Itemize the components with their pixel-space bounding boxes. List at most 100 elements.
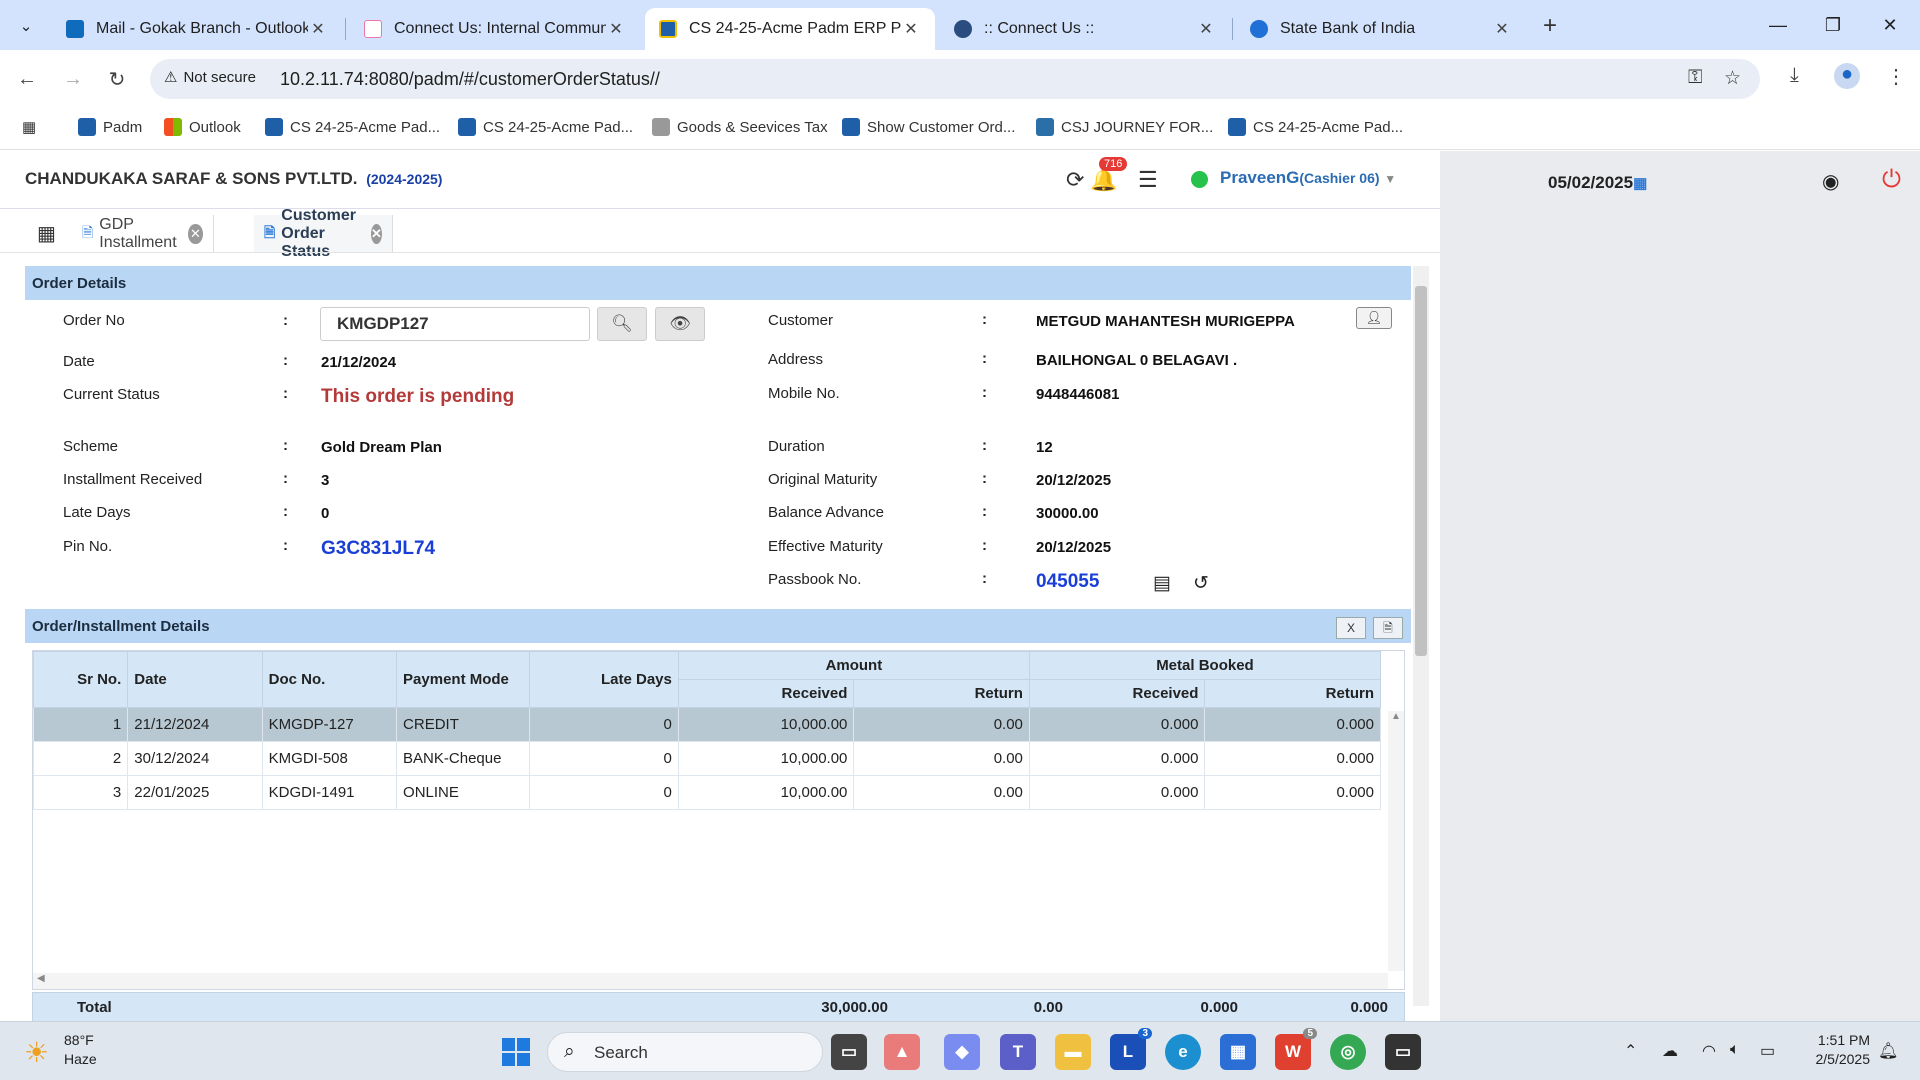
bookmark-star-icon[interactable]: ☆ [1724,67,1741,90]
tray-chevron-up-icon[interactable]: ⌃ [1624,1041,1637,1061]
bookmark-outlook[interactable]: Outlook [164,118,241,136]
restore-icon[interactable]: ❐ [1813,10,1853,40]
teams-icon[interactable]: T [1000,1034,1036,1070]
col-header-amount-received[interactable]: Received [677,679,855,708]
table-row[interactable]: 3 22/01/2025 KDGDI-1491 ONLINE 0 10,000.… [33,775,1381,810]
bookmark-erp-2[interactable]: CS 24-25-Acme Pad... [458,118,633,136]
tab-search-chevron-icon[interactable]: ⌄ [10,10,42,42]
back-icon[interactable]: ← [10,62,44,96]
browser-tab-erp[interactable]: CS 24-25-Acme Padm ERP Platf ✕ [645,8,935,50]
table-row[interactable]: 1 21/12/2024 KMGDP-127 CREDIT 0 10,000.0… [33,707,1381,742]
export-pdf-button[interactable]: 🗎 [1373,617,1403,639]
page-tab-gdp-installment[interactable]: 🗎 GDP Installment ✕ [72,215,214,253]
col-header-sr-no[interactable]: Sr No. [33,651,129,708]
wifi-icon[interactable]: ◠ [1702,1041,1716,1061]
volume-icon[interactable]: 🔈︎ [1730,1041,1740,1059]
doc-no-link[interactable]: KMGDP-127 [261,707,398,742]
edge-icon[interactable]: e [1165,1034,1201,1070]
bookmark-erp-1[interactable]: CS 24-25-Acme Pad... [265,118,440,136]
bookmark-label: CS 24-25-Acme Pad... [290,118,441,136]
new-tab-icon[interactable]: + [1543,12,1557,40]
close-tab-icon[interactable]: ✕ [188,224,203,244]
page-tab-customer-order-status[interactable]: 🗎 Customer Order Status ✕ [254,207,393,260]
store-icon[interactable]: ▦ [1220,1034,1256,1070]
windows-start-icon[interactable] [502,1038,530,1066]
history-icon[interactable]: ↺ [1193,572,1209,595]
system-clock[interactable]: 1:51 PM 2/5/2025 [1800,1031,1871,1069]
bookmark-padm[interactable]: Padm [78,118,142,136]
app-l-icon[interactable]: L3 [1110,1028,1152,1070]
browser-tab-outlook[interactable]: Mail - Gokak Branch - Outlook ✕ [52,8,342,50]
user-menu[interactable]: PraveenG(Cashier 06) ▼ [1220,168,1396,188]
close-tab-icon[interactable]: ✕ [1196,19,1216,39]
close-tab-icon[interactable]: ✕ [901,19,921,39]
notification-bell-icon[interactable]: 🔔︎ [1878,1041,1898,1061]
bookmark-erp-3[interactable]: CS 24-25-Acme Pad... [1228,118,1403,136]
close-tab-icon[interactable]: ✕ [371,224,382,244]
reload-icon[interactable]: ↻ [100,62,134,96]
col-header-date[interactable]: Date [127,651,263,708]
col-header-metal-received[interactable]: Received [1028,679,1206,708]
url-text[interactable]: 10.2.11.74:8080/padm/#/customerOrderStat… [280,69,660,90]
copilot-icon[interactable]: ◆ [944,1034,980,1070]
customer-details-button[interactable]: 👤︎ [1356,307,1392,329]
bookmarks-bar: ▦ Padm Outlook CS 24-25-Acme Pad... CS 2… [0,108,1920,150]
wps-icon[interactable]: W5 [1275,1028,1317,1070]
close-window-icon[interactable]: ✕ [1870,10,1910,40]
app-pinned-icon[interactable]: ▲ [884,1034,920,1070]
bookmark-customer-orders[interactable]: Show Customer Ord... [842,118,1015,136]
logout-power-icon[interactable]: ⏻ [1882,166,1901,194]
profile-avatar-icon[interactable]: ● [1834,63,1860,89]
apps-grid-icon[interactable]: ▦ [37,221,56,246]
hide-eye-icon[interactable]: ◉ [1822,169,1839,194]
doc-no-link[interactable]: KMGDI-508 [261,741,398,776]
order-no-input[interactable]: KMGDP127 [320,307,590,341]
close-tab-icon[interactable]: ✕ [308,19,328,39]
view-button[interactable]: 👁︎ [655,307,705,341]
passbook-card-icon[interactable]: ▤ [1153,572,1171,595]
forward-icon[interactable]: → [56,62,90,96]
battery-icon[interactable]: ▭ [1760,1041,1775,1061]
terminal-icon[interactable]: ▭ [1385,1034,1421,1070]
weather-widget[interactable]: 88°F Haze [64,1031,97,1069]
col-header-amount-return[interactable]: Return [853,679,1030,708]
export-excel-button[interactable]: X [1336,617,1366,639]
bookmark-gst[interactable]: Goods & Seevices Tax [652,118,828,136]
date-picker[interactable]: 05/02/2025▦ [1548,173,1647,193]
browser-tab-connect-internal[interactable]: Connect Us: Internal Communic ✕ [350,8,640,50]
col-header-metal-return[interactable]: Return [1204,679,1381,708]
onedrive-cloud-icon[interactable]: ☁ [1662,1041,1678,1061]
minimize-icon[interactable]: — [1758,10,1798,40]
download-icon[interactable]: ⤓ [1790,64,1799,87]
list-menu-icon[interactable]: ☰ [1138,167,1158,193]
menu-kebab-icon[interactable]: ⋮ [1886,64,1906,89]
bookmark-csj-journey[interactable]: CSJ JOURNEY FOR... [1036,118,1213,136]
grid-vertical-scrollbar[interactable]: ▲ [1388,711,1404,971]
search-icon: 🔍︎ [611,314,633,333]
chrome-icon[interactable]: ◎ [1330,1034,1366,1070]
col-header-payment-mode[interactable]: Payment Mode [396,651,531,708]
col-header-doc-no[interactable]: Doc No. [261,651,398,708]
scrollbar-thumb[interactable] [1415,286,1427,656]
taskbar-search[interactable]: ⌕ Search [547,1032,823,1072]
table-row[interactable]: 2 30/12/2024 KMGDI-508 BANK-Cheque 0 10,… [33,741,1381,776]
security-indicator[interactable]: ⚠ Not secure [164,68,256,87]
doc-no-link[interactable]: KDGDI-1491 [261,775,398,810]
close-tab-icon[interactable]: ✕ [1492,19,1512,39]
task-view-icon[interactable]: ▭ [831,1034,867,1070]
password-key-icon[interactable]: ⚿ [1688,67,1702,89]
search-button[interactable]: 🔍︎ [597,307,647,341]
browser-tab-connect-us[interactable]: :: Connect Us :: ✕ [940,8,1230,50]
file-explorer-icon[interactable]: ▬ [1055,1034,1091,1070]
weather-haze-icon[interactable]: ☀ [24,1036,49,1069]
apps-grid-icon[interactable]: ▦ [22,118,36,136]
grid-horizontal-scrollbar[interactable]: ◀ [33,973,1388,989]
calendar-icon[interactable]: ▦ [1633,175,1647,192]
col-header-late-days[interactable]: Late Days [529,651,679,708]
address-bar[interactable]: ⚠ Not secure 10.2.11.74:8080/padm/#/cust… [150,59,1760,99]
close-tab-icon[interactable]: ✕ [606,19,626,39]
browser-tab-sbi[interactable]: State Bank of India ✕ [1236,8,1526,50]
temperature: 88°F [64,1032,94,1048]
refresh-icon[interactable]: ⟳ [1066,167,1084,193]
page-vertical-scrollbar[interactable] [1413,266,1429,1006]
